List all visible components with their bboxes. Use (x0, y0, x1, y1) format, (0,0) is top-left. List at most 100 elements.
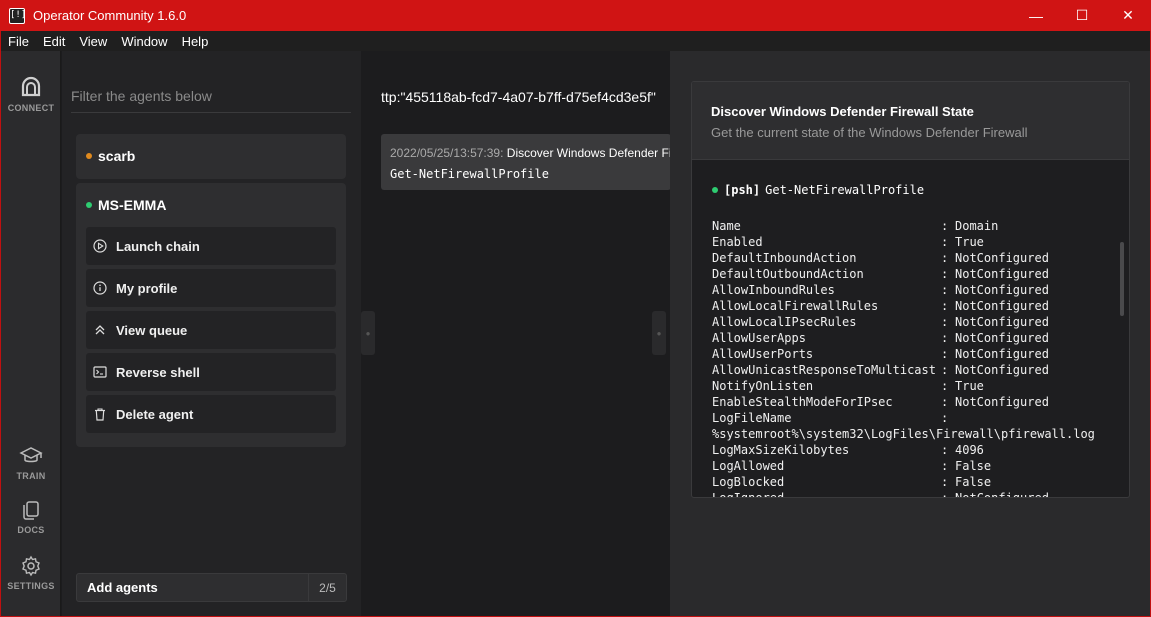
output-scrollbar[interactable] (1120, 242, 1124, 316)
link-timestamp: 2022/05/25/13:57:39: (390, 146, 504, 160)
nav-connect[interactable]: CONNECT (1, 75, 61, 113)
title-bar: [!] Operator Community 1.6.0 — ☐ ✕ (0, 0, 1151, 31)
app-logo-icon: [!] (9, 7, 26, 24)
output-separator: : (941, 283, 949, 297)
output-row: DefaultInboundAction: NotConfigured (712, 250, 1112, 266)
output-separator: : (941, 475, 949, 489)
menu-file[interactable]: File (1, 34, 36, 49)
output-value: False (955, 459, 992, 473)
output-key: LogAllowed (712, 459, 785, 473)
output-key: AllowUserPorts (712, 347, 814, 361)
agent-header[interactable]: MS-EMMA (76, 183, 346, 227)
output-value: NotConfigured (955, 315, 1049, 329)
output-separator: : (941, 219, 949, 233)
output-key: AllowLocalFirewallRules (712, 299, 879, 313)
right-panel-resize-handle[interactable]: ● (652, 311, 666, 355)
output-value: False (955, 475, 992, 489)
output-key: Name (712, 219, 741, 233)
add-agents-label: Add agents (87, 580, 158, 595)
window-controls: — ☐ ✕ (1013, 0, 1151, 31)
close-button[interactable]: ✕ (1105, 0, 1151, 31)
add-agents-button[interactable]: Add agents 2/5 (76, 573, 347, 602)
output-value: NotConfigured (955, 363, 1049, 377)
gear-icon (22, 555, 40, 577)
nav-settings[interactable]: SETTINGS (1, 555, 61, 591)
status-dot (712, 187, 718, 193)
link-name: Discover Windows Defender Firewall State (506, 146, 671, 160)
output-row: DefaultOutboundAction: NotConfigured (712, 266, 1112, 282)
output-key: AllowUserApps (712, 331, 806, 345)
maximize-button[interactable]: ☐ (1059, 0, 1105, 31)
output-separator: : (941, 267, 949, 281)
agent-status-dot (86, 202, 92, 208)
output-value: Domain (955, 219, 999, 233)
output-key: LogFileName (712, 411, 792, 425)
output-key: AllowInboundRules (712, 283, 835, 297)
output-separator: : (941, 411, 949, 425)
link-header: 2022/05/25/13:57:39: Discover Windows De… (390, 146, 671, 160)
view-queue-button[interactable]: View queue (86, 311, 336, 349)
nav-train[interactable]: TRAIN (1, 445, 61, 481)
output-key: DefaultOutboundAction (712, 267, 864, 281)
action-label: Reverse shell (116, 364, 200, 380)
operation-view: ● ttp:"455118ab-fcd7-4a07-b7ff-d75ef4cd3… (361, 51, 671, 616)
output-row: AllowUserApps: NotConfigured (712, 330, 1112, 346)
output-value: NotConfigured (955, 267, 1049, 281)
output-separator: : (941, 235, 949, 249)
action-label: Launch chain (116, 238, 200, 254)
output-row: EnableStealthModeForIPsec: NotConfigured (712, 394, 1112, 410)
command-output: Name: Domain Enabled: True DefaultInboundAct… (712, 218, 1112, 498)
output-row: AllowUnicastResponseToMulticast: NotConfi… (712, 362, 1112, 378)
output-value: True (955, 235, 984, 249)
search-query[interactable]: ttp:"455118ab-fcd7-4a07-b7ff-d75ef4cd3e5… (381, 89, 656, 105)
nav-docs-label: DOCS (17, 525, 45, 535)
output-separator: : (941, 315, 949, 329)
output-separator: : (941, 443, 949, 457)
output-key: Enabled (712, 235, 763, 249)
nav-docs[interactable]: DOCS (1, 499, 61, 535)
output-key: NotifyOnListen (712, 379, 814, 393)
output-key: LogMaxSizeKilobytes (712, 443, 850, 457)
agent-header[interactable]: scarb (76, 134, 346, 178)
output-row: Name: Domain (712, 218, 1112, 234)
output-row: AllowUserPorts: NotConfigured (712, 346, 1112, 362)
minimize-button[interactable]: — (1013, 0, 1059, 31)
output-separator: : (941, 459, 949, 473)
launch-chain-button[interactable]: Launch chain (86, 227, 336, 265)
action-label: My profile (116, 280, 178, 296)
output-key: AllowLocalIPsecRules (712, 315, 857, 329)
menu-view[interactable]: View (72, 34, 114, 49)
output-separator: : (941, 491, 949, 498)
executor-tag: [psh] (724, 183, 761, 197)
action-label: View queue (116, 322, 188, 338)
chevrons-up-icon (93, 323, 107, 337)
menu-help[interactable]: Help (175, 34, 216, 49)
reverse-shell-button[interactable]: Reverse shell (86, 353, 336, 391)
link-card[interactable]: 2022/05/25/13:57:39: Discover Windows De… (381, 134, 671, 190)
connect-icon (21, 76, 41, 97)
nav-train-label: TRAIN (16, 471, 46, 481)
output-separator: : (941, 347, 949, 361)
delete-agent-button[interactable]: Delete agent (86, 395, 336, 433)
command-line: [psh] Get-NetFirewallProfile (712, 183, 924, 197)
output-row: AllowLocalIPsecRules: NotConfigured (712, 314, 1112, 330)
output-value: NotConfigured (955, 395, 1049, 409)
link-detail-card: Discover Windows Defender Firewall State… (691, 81, 1130, 498)
output-value: NotConfigured (955, 331, 1049, 345)
graduation-cap-icon (19, 447, 43, 463)
agent-name: MS-EMMA (98, 197, 167, 213)
output-value: 4096 (955, 443, 984, 457)
menu-window[interactable]: Window (114, 34, 174, 49)
agents-panel: scarb MS-EMMA Launch chain My profile Vi… (62, 51, 361, 616)
left-panel-resize-handle[interactable]: ● (361, 311, 375, 355)
nav-settings-label: SETTINGS (7, 581, 55, 591)
agent-filter-input[interactable] (71, 88, 351, 113)
my-profile-button[interactable]: My profile (86, 269, 336, 307)
docs-icon (23, 501, 39, 520)
menu-edit[interactable]: Edit (36, 34, 72, 49)
action-label: Delete agent (116, 406, 194, 422)
output-value: NotConfigured (955, 299, 1049, 313)
nav-connect-label: CONNECT (7, 103, 55, 113)
agent-card-scarb[interactable]: scarb (76, 134, 346, 179)
output-row: %systemroot%\system32\LogFiles\Firewall\… (712, 427, 1095, 441)
